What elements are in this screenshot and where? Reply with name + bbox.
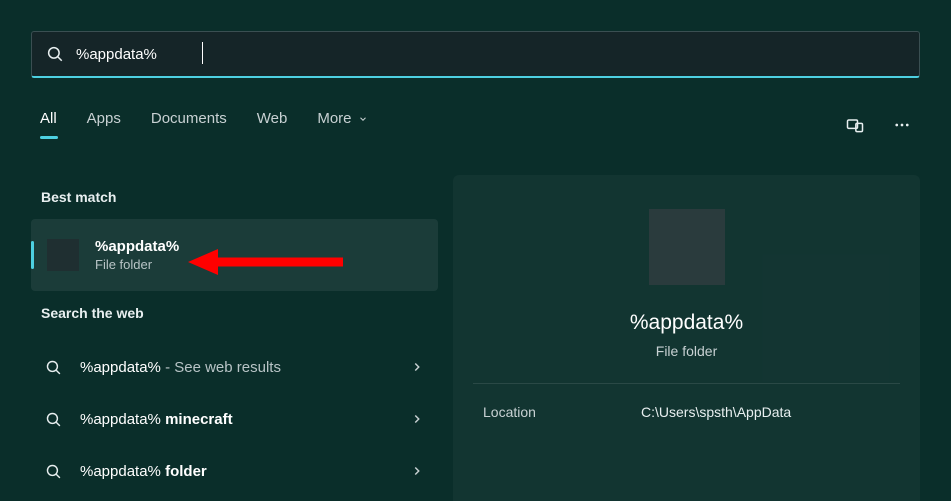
web-result-text: %appdata% minecraft bbox=[80, 411, 410, 428]
detail-row-location: Location C:\Users\spsth\AppData bbox=[453, 384, 920, 440]
search-web-heading: Search the web bbox=[31, 291, 438, 335]
web-result-text: %appdata% - See web results bbox=[80, 359, 410, 376]
results-panel: Best match %appdata% File folder Search … bbox=[31, 175, 438, 497]
tab-apps[interactable]: Apps bbox=[87, 110, 121, 139]
devices-icon-button[interactable] bbox=[845, 115, 865, 135]
chevron-right-icon bbox=[410, 360, 424, 374]
detail-value: C:\Users\spsth\AppData bbox=[641, 404, 791, 420]
web-results-list: %appdata% - See web results %appdata% mi… bbox=[31, 341, 438, 497]
tab-more-label: More bbox=[317, 110, 351, 127]
search-icon bbox=[45, 411, 62, 428]
search-input[interactable] bbox=[76, 46, 905, 63]
chevron-right-icon bbox=[410, 464, 424, 478]
web-result-text: %appdata% folder bbox=[80, 463, 410, 480]
web-result-item[interactable]: %appdata% minecraft bbox=[31, 393, 438, 445]
best-match-heading: Best match bbox=[31, 175, 438, 219]
web-result-item[interactable]: %appdata% folder bbox=[31, 445, 438, 497]
tab-more[interactable]: More bbox=[317, 110, 367, 139]
search-icon bbox=[45, 463, 62, 480]
search-icon bbox=[46, 45, 64, 63]
preview-panel: %appdata% File folder Location C:\Users\… bbox=[453, 175, 920, 501]
devices-icon bbox=[845, 115, 865, 135]
tab-documents[interactable]: Documents bbox=[151, 110, 227, 139]
best-match-result[interactable]: %appdata% File folder bbox=[31, 219, 438, 291]
tab-all[interactable]: All bbox=[40, 110, 57, 139]
detail-label: Location bbox=[483, 404, 641, 420]
search-icon bbox=[45, 359, 62, 376]
text-cursor bbox=[202, 42, 203, 64]
best-match-subtitle: File folder bbox=[95, 257, 179, 272]
more-options-button[interactable] bbox=[893, 116, 911, 134]
web-result-item[interactable]: %appdata% - See web results bbox=[31, 341, 438, 393]
preview-folder-icon bbox=[649, 209, 725, 285]
chevron-right-icon bbox=[410, 412, 424, 426]
chevron-down-icon bbox=[358, 114, 368, 124]
filter-tabs: All Apps Documents Web More bbox=[40, 110, 911, 139]
tab-web[interactable]: Web bbox=[257, 110, 288, 139]
preview-title: %appdata% bbox=[630, 311, 743, 335]
preview-subtitle: File folder bbox=[656, 343, 717, 359]
folder-icon bbox=[47, 239, 79, 271]
ellipsis-icon bbox=[893, 116, 911, 134]
search-bar[interactable] bbox=[31, 31, 920, 78]
best-match-title: %appdata% bbox=[95, 238, 179, 255]
